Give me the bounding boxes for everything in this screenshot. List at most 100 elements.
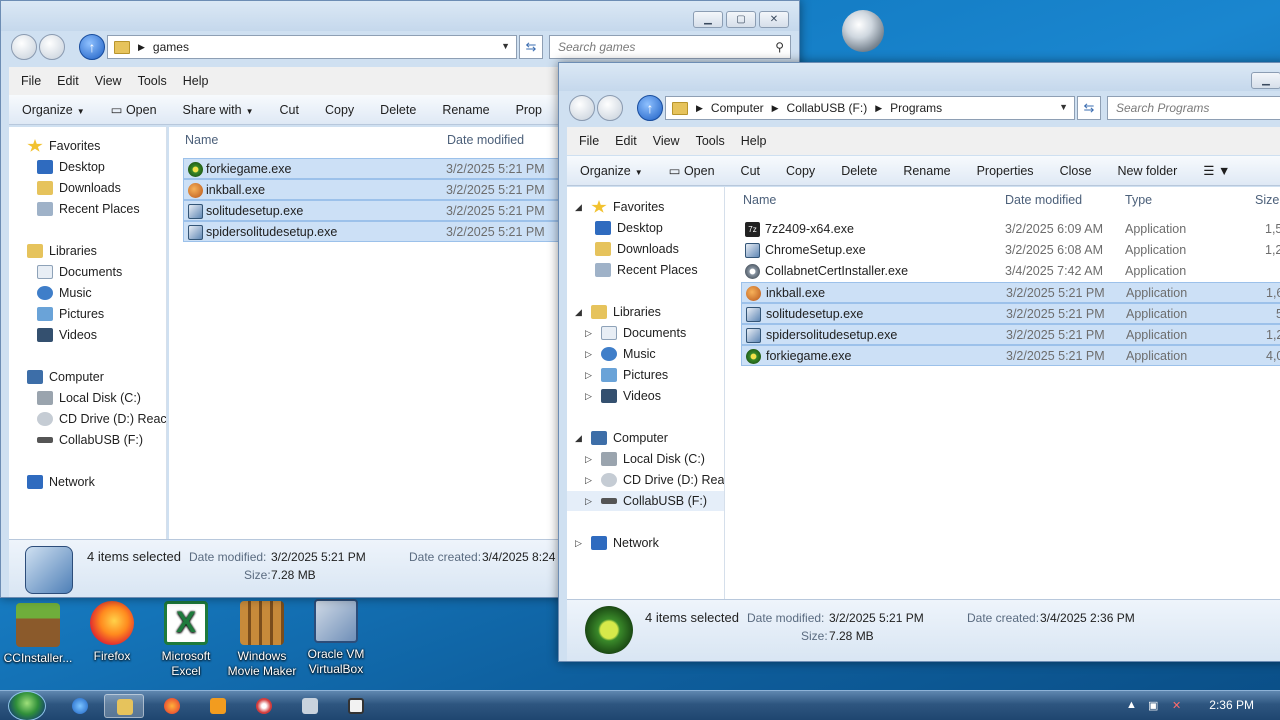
title-bar[interactable] — [1, 1, 799, 31]
search-icon[interactable]: ⚲ — [775, 36, 784, 58]
file-row[interactable]: forkiegame.exe 3/2/2025 5:21 PM — [183, 158, 569, 179]
desktop-icon-virtualbox[interactable]: Oracle VM VirtualBox — [298, 599, 374, 677]
nav-cd-drive[interactable]: CD Drive (D:) ReactC — [37, 409, 166, 429]
refresh-button[interactable]: ⇆ — [1077, 96, 1101, 120]
chevron-down-icon[interactable]: ▼ — [501, 41, 510, 51]
nav-cd-drive[interactable]: ▷ CD Drive (D:) ReactC — [585, 470, 724, 490]
refresh-button[interactable]: ⇆ — [519, 35, 543, 59]
nav-pictures[interactable]: Pictures — [37, 304, 104, 324]
delete-button[interactable]: Delete — [367, 103, 429, 117]
collapsed-arrow-icon[interactable]: ▷ — [585, 449, 595, 469]
breadcrumb-item[interactable]: CollabUSB (F:) — [787, 101, 868, 115]
menu-view[interactable]: View — [645, 134, 688, 148]
menu-edit[interactable]: Edit — [607, 134, 645, 148]
chevron-down-icon[interactable]: ▼ — [1059, 102, 1068, 112]
file-list[interactable]: Name Date modified Type Size 7z 7z2409-x… — [725, 187, 1280, 599]
nav-computer[interactable]: Computer — [27, 367, 104, 387]
title-bar[interactable] — [559, 63, 1280, 91]
forward-button[interactable] — [597, 95, 623, 121]
search-input[interactable]: Search games ⚲ — [549, 35, 791, 59]
minimize-button[interactable]: ▁ — [1251, 72, 1280, 89]
minimize-button[interactable]: ▁ — [693, 11, 723, 28]
file-list[interactable]: Name Date modified forkiegame.exe 3/2/20… — [169, 127, 569, 539]
collapsed-arrow-icon[interactable]: ▷ — [585, 344, 595, 364]
desktop-icon-firefox[interactable]: Firefox — [74, 601, 150, 664]
nav-recent-places[interactable]: Recent Places — [595, 260, 698, 280]
menu-file[interactable]: File — [571, 134, 607, 148]
file-row[interactable]: ChromeSetup.exe 3/2/2025 6:08 AM Applica… — [741, 240, 1280, 261]
desktop-icon-movie-maker[interactable]: Windows Movie Maker — [224, 601, 300, 679]
nav-network[interactable]: ▷ Network — [575, 533, 659, 553]
nav-desktop[interactable]: Desktop — [37, 157, 105, 177]
column-header-date-modified[interactable]: Date modified — [447, 127, 524, 153]
file-row[interactable]: spidersolitudesetup.exe 3/2/2025 5:21 PM — [183, 221, 569, 242]
collapsed-arrow-icon[interactable]: ▷ — [585, 323, 595, 343]
nav-local-disk[interactable]: Local Disk (C:) — [37, 388, 141, 408]
nav-music[interactable]: Music — [37, 283, 92, 303]
desktop-icon-ccinstaller[interactable]: CCInstaller... — [0, 603, 76, 666]
rename-button[interactable]: Rename — [429, 103, 502, 117]
nav-documents[interactable]: Documents — [37, 262, 122, 282]
taskbar-window[interactable] — [336, 694, 376, 718]
nav-favorites[interactable]: ◢ Favorites — [575, 197, 664, 217]
up-button[interactable]: ↑ — [79, 34, 105, 60]
nav-videos[interactable]: Videos — [37, 325, 97, 345]
nav-collabusb[interactable]: CollabUSB (F:) — [37, 430, 143, 450]
copy-button[interactable]: Copy — [312, 103, 367, 117]
expand-arrow-icon[interactable]: ◢ — [575, 428, 585, 448]
share-with-button[interactable]: Share with ▼ — [170, 103, 267, 117]
delete-button[interactable]: Delete — [828, 164, 890, 178]
maximize-button[interactable]: ▢ — [726, 11, 756, 28]
properties-button[interactable]: Prop — [503, 103, 555, 117]
clock[interactable]: 2:36 PM — [1209, 698, 1254, 712]
organize-button[interactable]: Organize ▼ — [9, 103, 98, 117]
volume-muted-icon[interactable]: ✕ — [1172, 699, 1181, 712]
collapsed-arrow-icon[interactable]: ▷ — [575, 533, 585, 553]
file-row[interactable]: inkball.exe 3/2/2025 5:21 PM Application… — [741, 282, 1280, 303]
menu-help[interactable]: Help — [733, 134, 775, 148]
file-row[interactable]: solitudesetup.exe 3/2/2025 5:21 PM Appli… — [741, 303, 1280, 324]
menu-view[interactable]: View — [87, 74, 130, 88]
nav-libraries[interactable]: ◢ Libraries — [575, 302, 661, 322]
nav-downloads[interactable]: Downloads — [595, 239, 679, 259]
menu-tools[interactable]: Tools — [688, 134, 733, 148]
nav-pictures[interactable]: ▷ Pictures — [585, 365, 668, 385]
breadcrumb-item[interactable]: games — [153, 40, 189, 54]
search-input[interactable]: Search Programs — [1107, 96, 1280, 120]
taskbar-tool[interactable] — [290, 694, 330, 718]
column-header-type[interactable]: Type — [1125, 187, 1152, 213]
nav-favorites[interactable]: Favorites — [27, 136, 100, 156]
column-header-name[interactable]: Name — [743, 187, 776, 213]
cut-button[interactable]: Cut — [728, 164, 773, 178]
column-header-size[interactable]: Size — [1255, 187, 1279, 213]
rename-button[interactable]: Rename — [890, 164, 963, 178]
menu-file[interactable]: File — [13, 74, 49, 88]
nav-recent-places[interactable]: Recent Places — [37, 199, 140, 219]
start-button[interactable] — [8, 691, 46, 720]
expand-arrow-icon[interactable]: ◢ — [575, 197, 585, 217]
nav-downloads[interactable]: Downloads — [37, 178, 121, 198]
copy-button[interactable]: Copy — [773, 164, 828, 178]
nav-music[interactable]: ▷ Music — [585, 344, 656, 364]
nav-network[interactable]: Network — [27, 472, 95, 492]
nav-local-disk[interactable]: ▷ Local Disk (C:) — [585, 449, 705, 469]
menu-help[interactable]: Help — [175, 74, 217, 88]
collapsed-arrow-icon[interactable]: ▷ — [585, 491, 595, 511]
collapsed-arrow-icon[interactable]: ▷ — [585, 386, 595, 406]
file-row[interactable]: CollabnetCertInstaller.exe 3/4/2025 7:42… — [741, 261, 1280, 282]
back-button[interactable] — [11, 34, 37, 60]
back-button[interactable] — [569, 95, 595, 121]
nav-collabusb[interactable]: ▷ CollabUSB (F:) — [567, 491, 724, 511]
explorer-window-programs[interactable]: ▁ ↑ ▶ Computer ▶ CollabUSB (F:) ▶ Progra… — [558, 62, 1280, 662]
open-button[interactable]: ▭ Open — [656, 163, 728, 178]
taskbar-media-player[interactable] — [198, 694, 238, 718]
file-row[interactable]: 7z 7z2409-x64.exe 3/2/2025 6:09 AM Appli… — [741, 219, 1280, 240]
organize-button[interactable]: Organize ▼ — [567, 164, 656, 178]
expand-arrow-icon[interactable]: ◢ — [575, 302, 585, 322]
close-button[interactable]: ✕ — [759, 11, 789, 28]
column-header-date-modified[interactable]: Date modified — [1005, 187, 1082, 213]
column-header-name[interactable]: Name — [185, 127, 218, 153]
collapsed-arrow-icon[interactable]: ▷ — [585, 365, 595, 385]
address-bar[interactable]: ▶ Computer ▶ CollabUSB (F:) ▶ Programs ▼ — [665, 96, 1075, 120]
show-hidden-icons[interactable]: ▲ — [1126, 699, 1137, 711]
